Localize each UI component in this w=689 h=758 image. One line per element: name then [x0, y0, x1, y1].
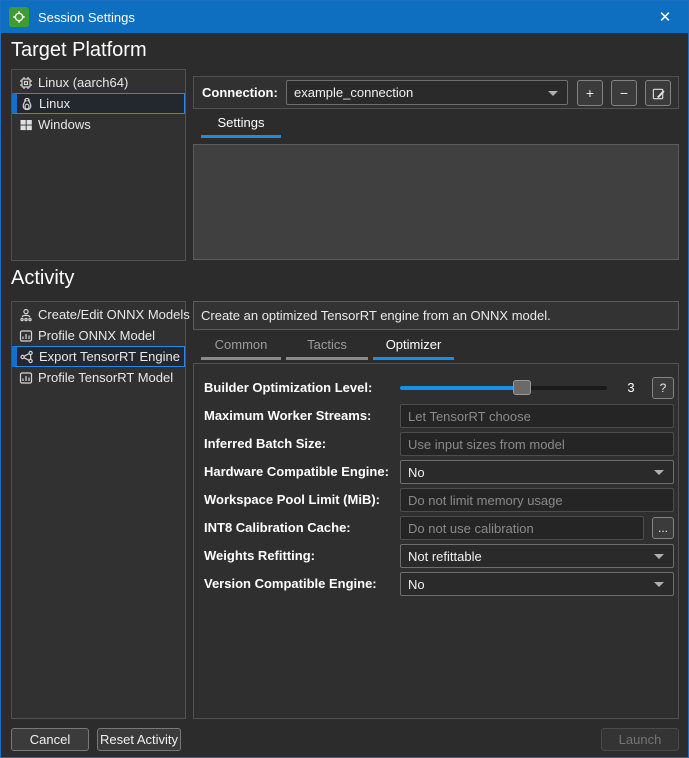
activity-item-profile-tensorrt[interactable]: Profile TensorRT Model: [12, 367, 185, 388]
activity-item-label: Profile TensorRT Model: [38, 370, 174, 385]
reset-activity-button[interactable]: Reset Activity: [97, 728, 181, 751]
penguin-icon: [19, 96, 39, 112]
graph-icon: [19, 349, 39, 365]
field-label: INT8 Calibration Cache:: [204, 520, 351, 535]
select-value: No: [408, 464, 425, 480]
workspace-pool-limit-input[interactable]: [400, 488, 674, 512]
activity-item-label: Profile ONNX Model: [38, 328, 156, 343]
field-label: Builder Optimization Level:: [204, 380, 373, 395]
tab-common[interactable]: Common: [201, 336, 281, 360]
chevron-down-icon: [654, 582, 664, 587]
select-value: No: [408, 576, 425, 592]
activity-item-label: Export TensorRT Engine: [39, 349, 180, 364]
version-compatible-engine-select[interactable]: No: [400, 572, 674, 596]
activity-description: Create an optimized TensorRT engine from…: [193, 301, 679, 330]
windows-icon: [18, 117, 38, 133]
chip-icon: [18, 75, 38, 91]
field-label: Maximum Worker Streams:: [204, 408, 372, 423]
session-settings-dialog: Session Settings ✕ Target Platform Linux…: [0, 0, 689, 758]
connection-bar: Connection: example_connection + −: [193, 76, 679, 109]
form-row-weights-refitting: Weights Refitting: Not refittable: [194, 544, 678, 568]
help-button[interactable]: ?: [652, 377, 674, 399]
activity-item-label: Create/Edit ONNX Models: [38, 307, 190, 322]
connection-settings-panel: [193, 144, 679, 260]
field-label: Hardware Compatible Engine:: [204, 464, 389, 479]
builder-optimization-level-slider[interactable]: [400, 376, 607, 400]
activity-item-profile-onnx[interactable]: Profile ONNX Model: [12, 325, 185, 346]
chart-icon: [18, 328, 38, 344]
connection-selected-value: example_connection: [294, 85, 414, 100]
edit-pencil-icon: [652, 88, 665, 99]
person-network-icon: [18, 307, 38, 323]
form-row-workspace-pool-limit: Workspace Pool Limit (MiB):: [194, 488, 678, 512]
platform-item-linux-aarch64[interactable]: Linux (aarch64): [12, 72, 185, 93]
app-icon: [9, 7, 29, 27]
activity-heading: Activity: [11, 267, 75, 289]
field-label: Version Compatible Engine:: [204, 576, 377, 591]
activity-list: Create/Edit ONNX Models Profile ONNX Mod…: [11, 301, 190, 719]
hardware-compatible-engine-select[interactable]: No: [400, 460, 674, 484]
platform-item-windows[interactable]: Windows: [12, 114, 185, 135]
connection-select[interactable]: example_connection: [286, 80, 568, 105]
close-button[interactable]: ✕: [642, 1, 688, 33]
field-label: Workspace Pool Limit (MiB):: [204, 492, 380, 507]
edit-connection-button[interactable]: [645, 80, 671, 106]
add-connection-button[interactable]: +: [577, 80, 603, 106]
form-row-version-compatible-engine: Version Compatible Engine: No: [194, 572, 678, 596]
cancel-button[interactable]: Cancel: [11, 728, 89, 751]
platform-item-label: Windows: [38, 117, 91, 132]
slider-track[interactable]: [400, 386, 607, 390]
optimizer-settings-panel: Builder Optimization Level: 3 ? Maximum …: [193, 363, 679, 719]
inferred-batch-size-input[interactable]: [400, 432, 674, 456]
slider-fill: [400, 386, 523, 390]
browse-button[interactable]: ...: [652, 517, 674, 539]
maximum-worker-streams-input[interactable]: [400, 404, 674, 428]
target-platform-heading: Target Platform: [11, 39, 147, 61]
launch-button[interactable]: Launch: [601, 728, 679, 751]
platform-item-label: Linux (aarch64): [38, 75, 129, 90]
field-label: Inferred Batch Size:: [204, 436, 327, 451]
tab-settings[interactable]: Settings: [201, 114, 281, 138]
activity-item-create-edit-onnx[interactable]: Create/Edit ONNX Models: [12, 304, 190, 325]
tab-tactics[interactable]: Tactics: [286, 336, 368, 360]
tab-optimizer[interactable]: Optimizer: [373, 336, 454, 360]
form-row-maximum-worker-streams: Maximum Worker Streams:: [194, 404, 678, 428]
field-label: Weights Refitting:: [204, 548, 315, 563]
chevron-down-icon: [654, 470, 664, 475]
form-row-builder-optimization-level: Builder Optimization Level: 3 ?: [194, 376, 678, 400]
activity-item-export-tensorrt[interactable]: Export TensorRT Engine: [12, 346, 185, 367]
platform-item-label: Linux: [39, 96, 71, 111]
form-row-inferred-batch-size: Inferred Batch Size:: [194, 432, 678, 456]
chevron-down-icon: [548, 90, 558, 96]
remove-connection-button[interactable]: −: [611, 80, 637, 106]
int8-calibration-cache-input[interactable]: [400, 516, 644, 540]
chart-icon: [18, 370, 38, 386]
weights-refitting-select[interactable]: Not refittable: [400, 544, 674, 568]
chevron-down-icon: [654, 554, 664, 559]
form-row-hardware-compatible-engine: Hardware Compatible Engine: No: [194, 460, 678, 484]
connection-label: Connection:: [202, 85, 278, 100]
gear-swirl-icon: [13, 11, 25, 23]
target-platform-list: Linux (aarch64) Linux Windows: [11, 69, 186, 261]
window-title: Session Settings: [38, 9, 135, 25]
slider-handle[interactable]: [513, 380, 532, 395]
form-row-int8-calibration-cache: INT8 Calibration Cache: ...: [194, 516, 678, 540]
platform-item-linux[interactable]: Linux: [12, 93, 185, 114]
titlebar: Session Settings ✕: [1, 1, 688, 33]
slider-value: 3: [627, 380, 635, 395]
select-value: Not refittable: [408, 548, 482, 564]
